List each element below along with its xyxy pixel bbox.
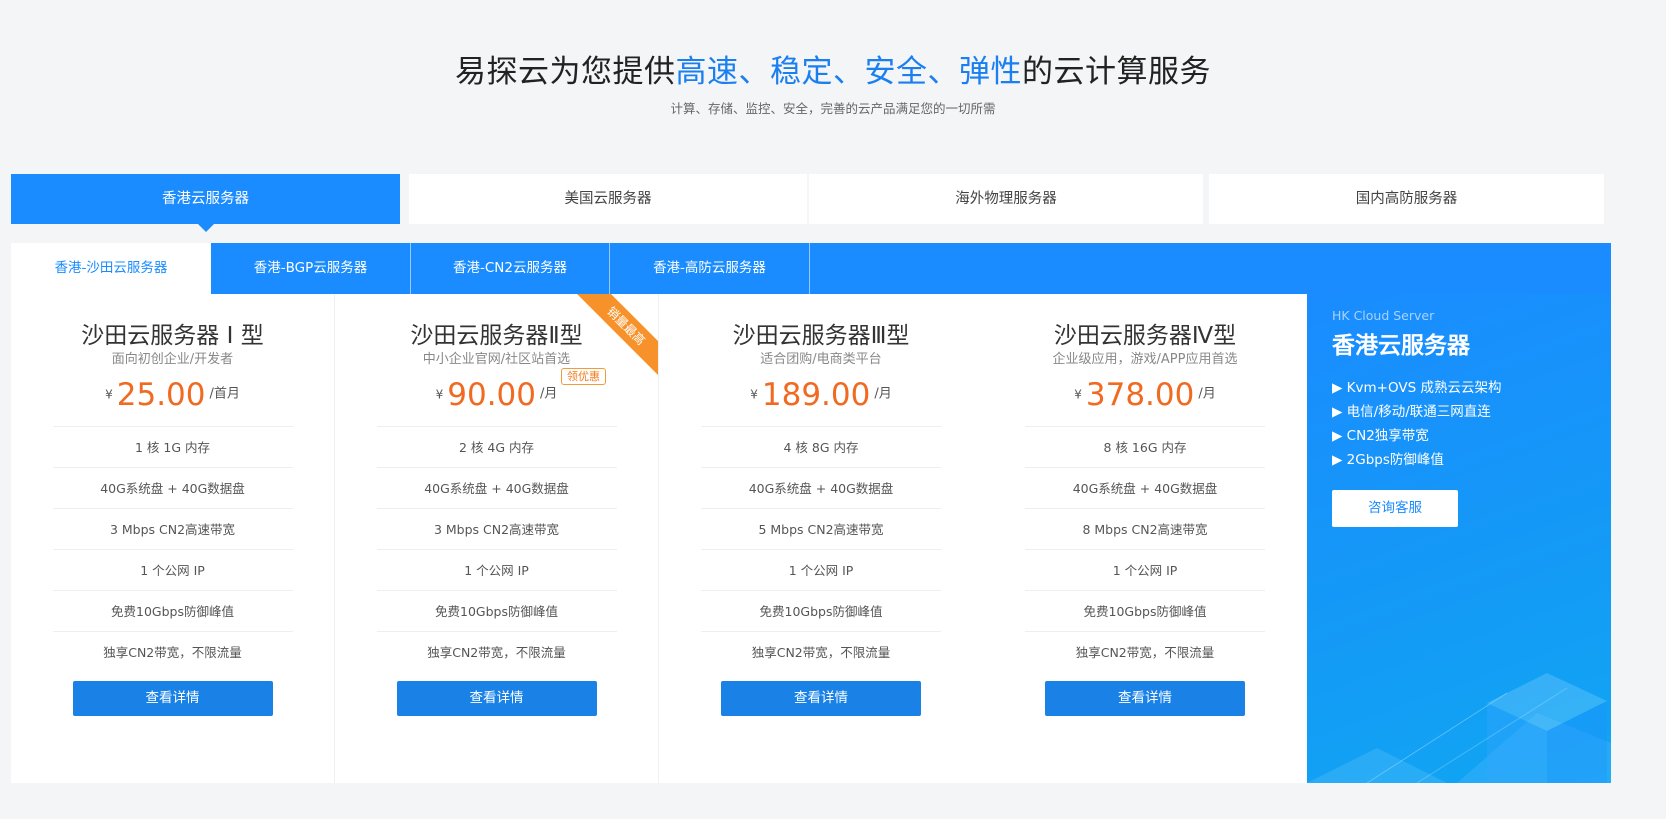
title-prefix: 易探云为您提供 (455, 54, 676, 90)
plan-title: 沙田云服务器Ⅲ型 (732, 323, 910, 349)
tab-us-cloud[interactable]: 美国云服务器 (409, 174, 807, 224)
spec-bandwidth: 5 Mbps CN2高速带宽 (701, 509, 941, 550)
spec-ddos: 免费10Gbps防御峰值 (376, 591, 617, 632)
spec-list: 1 核 1G 内存 40G系统盘 + 40G数据盘 3 Mbps CN2高速带宽… (52, 426, 293, 673)
promo-feature: ▶ 电信/移动/联通三网直连 (1332, 404, 1491, 420)
promo-feature: ▶ CN2独享带宽 (1332, 428, 1429, 444)
promo-feature: ▶ Kvm+OVS 成熟云云架构 (1332, 380, 1502, 396)
price-unit: /首月 (209, 386, 240, 402)
spec-cpu-ram: 4 核 8G 内存 (701, 427, 941, 468)
page-subtitle: 计算、存储、监控、安全，完善的云产品满足您的一切所需 (670, 101, 996, 116)
consult-service-button[interactable]: 咨询客服 (1332, 490, 1458, 527)
subtab-shatian[interactable]: 香港-沙田云服务器 (11, 243, 211, 294)
product-panel: 香港-沙田云服务器 香港-BGP云服务器 香港-CN2云服务器 香港-高防云服务… (11, 243, 1611, 783)
spec-traffic: 独享CN2带宽，不限流量 (751, 645, 891, 660)
currency-symbol: ¥ (105, 387, 113, 402)
promo-banner: HK Cloud Server 香港云服务器 ▶ Kvm+OVS 成熟云云架构 … (1307, 294, 1611, 783)
promo-title: 香港云服务器 (1332, 333, 1470, 359)
spec-list: 2 核 4G 内存 40G系统盘 + 40G数据盘 3 Mbps CN2高速带宽… (376, 426, 617, 673)
price-amount: 25.00 (116, 376, 206, 413)
tab-domestic-ddos[interactable]: 国内高防服务器 (1209, 174, 1604, 224)
page-title: 易探云为您提供高速、稳定、安全、弹性的云计算服务 (0, 52, 1666, 92)
view-details-button[interactable]: 查看详情 (72, 681, 273, 716)
spec-ip: 1 个公网 IP (52, 550, 293, 591)
plan-card-3: 沙田云服务器Ⅲ型 适合团购/电商类平台 ¥189.00/月 4 核 8G 内存 … (659, 294, 983, 783)
currency-symbol: ¥ (1074, 387, 1082, 402)
plan-card-1: 沙田云服务器 I 型 面向初创企业/开发者 ¥25.00/首月 1 核 1G 内… (11, 294, 335, 783)
price-amount: 189.00 (761, 376, 871, 413)
spec-traffic: 独享CN2带宽，不限流量 (103, 645, 242, 660)
view-details-button[interactable]: 查看详情 (396, 681, 597, 716)
promo-english-title: HK Cloud Server (1332, 308, 1435, 323)
coupon-badge[interactable]: 领优惠 (561, 368, 606, 385)
spec-ip: 1 个公网 IP (1025, 550, 1265, 591)
subtab-ddos[interactable]: 香港-高防云服务器 (610, 243, 810, 294)
plan-price: ¥189.00/月 (659, 374, 983, 414)
subtab-cn2[interactable]: 香港-CN2云服务器 (411, 243, 610, 294)
spec-list: 4 核 8G 内存 40G系统盘 + 40G数据盘 5 Mbps CN2高速带宽… (701, 426, 941, 673)
currency-symbol: ¥ (750, 387, 758, 402)
title-suffix: 的云计算服务 (1022, 54, 1211, 90)
plan-description: 中小企业官网/社区站首选 (422, 352, 571, 367)
plan-price: ¥90.00/月 领优惠 (335, 368, 658, 414)
price-unit: /月 (540, 386, 558, 402)
promo-feature-list: ▶ Kvm+OVS 成熟云云架构 ▶ 电信/移动/联通三网直连 ▶ CN2独享带… (1332, 376, 1501, 472)
promo-feature: ▶ 2Gbps防御峰值 (1332, 452, 1444, 468)
title-highlight: 高速、稳定、安全、弹性 (675, 54, 1022, 90)
spec-cpu-ram: 8 核 16G 内存 (1025, 427, 1265, 468)
plan-title: 沙田云服务器 I 型 (81, 323, 264, 349)
plan-description: 企业级应用，游戏/APP应用首选 (1052, 352, 1238, 367)
price-unit: /月 (874, 386, 892, 402)
plan-card-4: 沙田云服务器Ⅳ型 企业级应用，游戏/APP应用首选 ¥378.00/月 8 核 … (983, 294, 1307, 783)
tab-hk-cloud[interactable]: 香港云服务器 (11, 174, 400, 232)
spec-traffic: 独享CN2带宽，不限流量 (427, 645, 566, 660)
price-unit: /月 (1198, 386, 1216, 402)
currency-symbol: ¥ (435, 387, 444, 402)
view-details-button[interactable]: 查看详情 (721, 681, 921, 716)
spec-traffic: 独享CN2带宽，不限流量 (1075, 645, 1215, 660)
plan-price: ¥25.00/首月 (11, 374, 334, 414)
spec-disk: 40G系统盘 + 40G数据盘 (1025, 468, 1265, 509)
tab-overseas-physical[interactable]: 海外物理服务器 (809, 174, 1203, 224)
plan-description: 面向初创企业/开发者 (111, 352, 234, 367)
spec-ddos: 免费10Gbps防御峰值 (1025, 591, 1265, 632)
main-category-tabs: 香港云服务器 美国云服务器 海外物理服务器 国内高防服务器 (11, 174, 1604, 232)
plan-card-2: 销量最高 沙田云服务器Ⅱ型 中小企业官网/社区站首选 ¥90.00/月 领优惠 … (335, 294, 659, 783)
spec-cpu-ram: 2 核 4G 内存 (376, 427, 617, 468)
spec-bandwidth: 3 Mbps CN2高速带宽 (52, 509, 293, 550)
spec-ddos: 免费10Gbps防御峰值 (701, 591, 941, 632)
spec-ip: 1 个公网 IP (701, 550, 941, 591)
price-amount: 90.00 (447, 376, 536, 413)
view-details-button[interactable]: 查看详情 (1045, 681, 1245, 716)
spec-list: 8 核 16G 内存 40G系统盘 + 40G数据盘 8 Mbps CN2高速带… (1025, 426, 1265, 673)
sub-category-tabs: 香港-沙田云服务器 香港-BGP云服务器 香港-CN2云服务器 香港-高防云服务… (11, 243, 1611, 294)
plan-description: 适合团购/电商类平台 (760, 352, 882, 367)
spec-disk: 40G系统盘 + 40G数据盘 (376, 468, 617, 509)
spec-cpu-ram: 1 核 1G 内存 (52, 427, 293, 468)
plan-title: 沙田云服务器Ⅳ型 (1053, 323, 1237, 349)
spec-disk: 40G系统盘 + 40G数据盘 (701, 468, 941, 509)
spec-bandwidth: 3 Mbps CN2高速带宽 (376, 509, 617, 550)
plan-price: ¥378.00/月 (983, 374, 1307, 414)
subtab-bgp[interactable]: 香港-BGP云服务器 (211, 243, 411, 294)
spec-ddos: 免费10Gbps防御峰值 (52, 591, 293, 632)
cube-decoration-icon (1307, 673, 1611, 783)
spec-ip: 1 个公网 IP (376, 550, 617, 591)
spec-disk: 40G系统盘 + 40G数据盘 (52, 468, 293, 509)
price-amount: 378.00 (1085, 376, 1195, 413)
spec-bandwidth: 8 Mbps CN2高速带宽 (1025, 509, 1265, 550)
